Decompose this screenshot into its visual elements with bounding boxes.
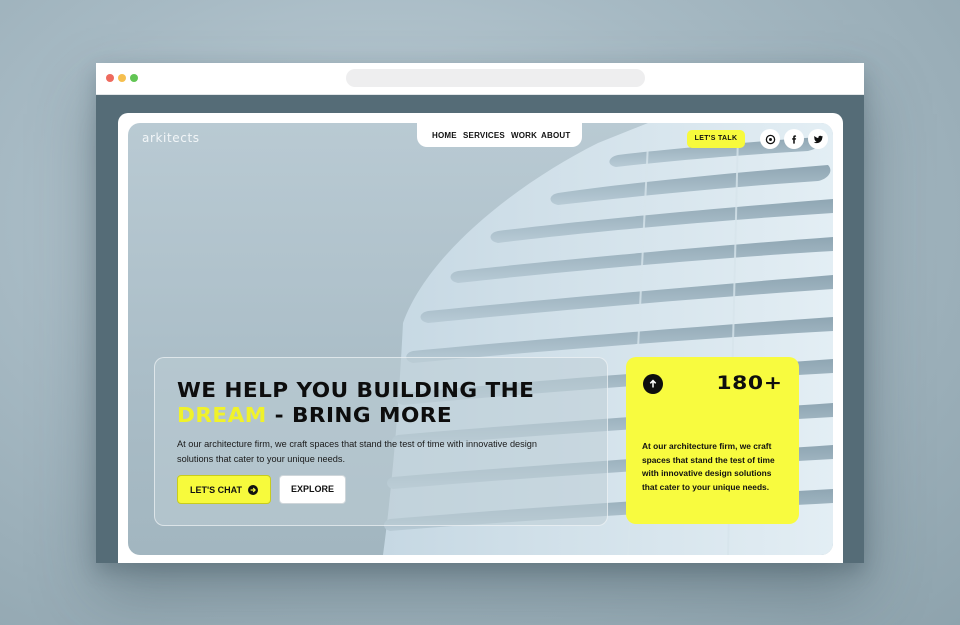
nav-about[interactable]: ABOUT: [541, 131, 570, 140]
facebook-icon: [791, 134, 796, 144]
hero-headline: WE HELP YOU BUILDING THE DREAM - BRING M…: [177, 378, 631, 428]
maximize-window-button[interactable]: [130, 74, 138, 82]
lets-talk-button[interactable]: LET'S TALK: [687, 130, 745, 148]
pinterest-link[interactable]: [760, 129, 780, 149]
hero-section: arkitects HOME SERVICES WORK ABOUT LET'S…: [128, 123, 833, 555]
arrow-up-circle-icon[interactable]: [643, 374, 663, 394]
nav-services[interactable]: SERVICES: [463, 131, 505, 140]
explore-button[interactable]: EXPLORE: [279, 475, 346, 504]
hero-description: At our architecture firm, we craft space…: [177, 439, 538, 464]
nav-home[interactable]: HOME: [432, 131, 457, 140]
lets-chat-button[interactable]: LET'S CHAT: [177, 475, 271, 504]
twitter-icon: [813, 135, 823, 143]
site-logo[interactable]: arkitects: [142, 131, 200, 145]
stat-number: 180+: [716, 372, 783, 394]
browser-window: arkitects HOME SERVICES WORK ABOUT LET'S…: [96, 63, 864, 563]
close-window-button[interactable]: [106, 74, 114, 82]
hero-card: WE HELP YOU BUILDING THE DREAM - BRING M…: [154, 357, 608, 526]
minimize-window-button[interactable]: [118, 74, 126, 82]
stat-card: 180+ At our architecture firm, we craft …: [626, 357, 799, 524]
lets-chat-label: LET'S CHAT: [190, 484, 242, 495]
facebook-link[interactable]: [784, 129, 804, 149]
web-page: arkitects HOME SERVICES WORK ABOUT LET'S…: [118, 113, 843, 563]
arrow-right-circle-icon: [247, 484, 258, 495]
nav-work[interactable]: WORK: [511, 131, 537, 140]
browser-toolbar: [96, 63, 864, 95]
headline-line-2: - BRING MORE: [266, 403, 453, 427]
stat-description: At our architecture firm, we craft space…: [642, 441, 775, 492]
address-bar[interactable]: [346, 69, 645, 87]
headline-line-1: WE HELP YOU BUILDING THE: [177, 378, 535, 402]
headline-accent-word: DREAM: [177, 403, 267, 427]
main-navigation: HOME SERVICES WORK ABOUT: [417, 123, 582, 147]
twitter-link[interactable]: [808, 129, 828, 149]
pinterest-icon: [765, 134, 775, 144]
